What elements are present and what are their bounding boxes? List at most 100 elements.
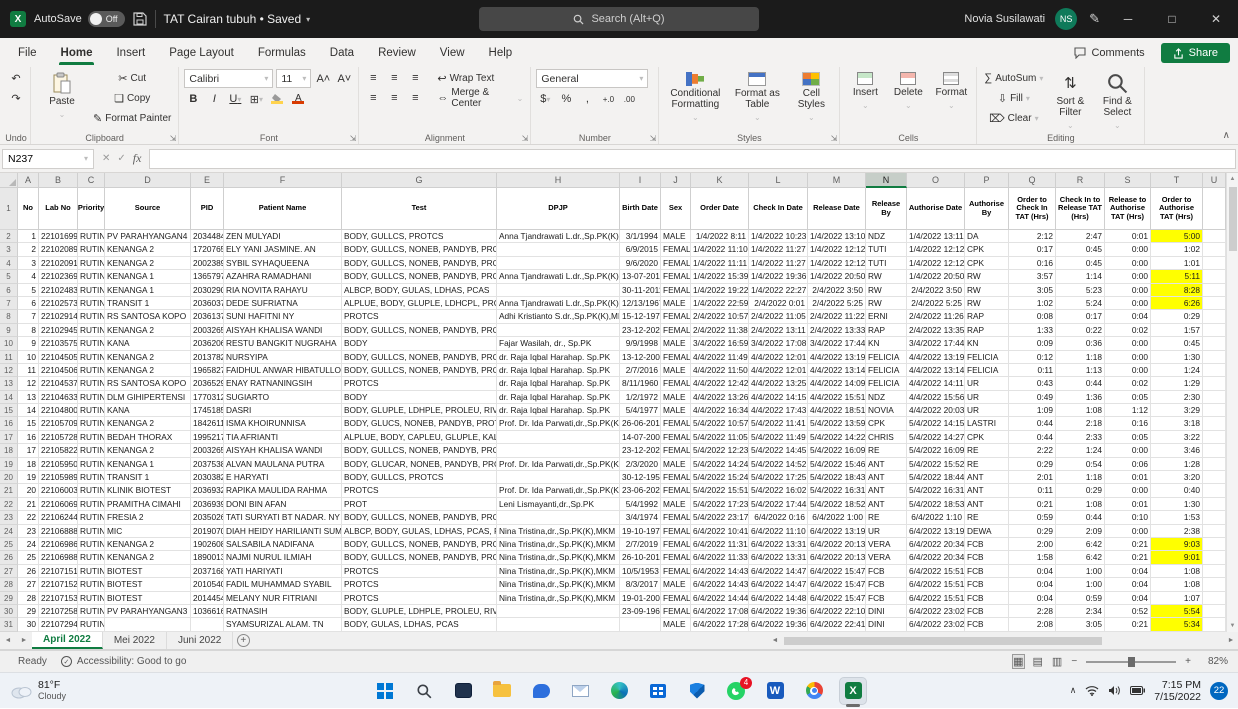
cell[interactable]: 3:05 (1009, 283, 1056, 297)
cell[interactable]: KENANGA 2 (105, 256, 191, 271)
file-explorer-button[interactable] (489, 678, 515, 704)
cell[interactable]: DINI (866, 604, 907, 619)
cell[interactable]: 2:18 (1056, 417, 1105, 431)
cell[interactable]: 6/4/2022 19:36 (749, 604, 808, 619)
cell[interactable]: 2014454 (191, 591, 224, 605)
cell[interactable]: 6/4/2022 0:16 (749, 511, 808, 525)
cell[interactable]: MALE (661, 363, 691, 378)
cell[interactable]: 22106244 (39, 511, 78, 525)
tray-expand-icon[interactable]: ∧ (1070, 685, 1077, 696)
cell[interactable]: 9/9/1998 (620, 337, 661, 351)
cell[interactable]: YATI HARIYATI (224, 564, 342, 579)
cell[interactable]: 1745185 (191, 404, 224, 418)
cell[interactable]: 15-12-1973 (620, 310, 661, 324)
cell[interactable]: 5/4/2022 15:46 (808, 457, 866, 472)
align-top-button[interactable]: ≡ (364, 69, 382, 87)
cell[interactable]: BODY, GULLCS, NONEB, PANDYB, PROTC (342, 350, 497, 364)
cell[interactable]: ERNI (866, 310, 907, 324)
cell[interactable]: BODY, GULLCS, PROTCS (342, 471, 497, 485)
cell[interactable]: 5/4/2022 14:45 (749, 444, 808, 458)
cell[interactable]: 1/4/2022 20:50 (808, 270, 866, 284)
cell[interactable]: MALE (661, 457, 691, 472)
cell[interactable]: SUGIARTO (224, 390, 342, 405)
cell[interactable]: 4/4/2022 13:19 (808, 350, 866, 364)
font-size-select[interactable]: 11 ▾ (276, 69, 312, 88)
cell[interactable]: 0:54 (1056, 457, 1105, 472)
cell[interactable]: BODY, GULLCS, NONEB, PANDYB, PROTC (342, 551, 497, 565)
cell[interactable]: ZEN MULYADI (224, 230, 342, 244)
cell[interactable]: PROTCS (342, 310, 497, 324)
cell[interactable]: 4/4/2022 18:51 (808, 404, 866, 418)
cell[interactable]: 13-12-2005 (620, 350, 661, 364)
row-header-15[interactable]: 15 (0, 404, 18, 418)
edge-button[interactable] (606, 678, 632, 704)
cell[interactable]: Nina Tristina,dr.,Sp.PK(K),MKM (497, 564, 620, 579)
cell[interactable]: RW (866, 283, 907, 297)
chat-button[interactable] (528, 678, 554, 704)
italic-button[interactable]: I (205, 90, 223, 108)
cell[interactable]: 6/4/2022 15:51 (907, 578, 965, 592)
row-header-18[interactable]: 18 (0, 444, 18, 458)
cell[interactable]: 22106986 (39, 537, 78, 552)
cell[interactable]: 2:38 (1151, 524, 1203, 538)
cell[interactable] (1203, 551, 1226, 565)
cell[interactable]: RUTIN (78, 363, 105, 378)
cell[interactable]: 6:42 (1056, 537, 1105, 552)
cell[interactable]: 2/4/2022 5:25 (907, 296, 965, 311)
number-dialog-launcher[interactable]: ⇲ (650, 134, 657, 143)
cell[interactable]: BODY, GLUPLE, LDHPLE, PROLEU, RIVA (342, 604, 497, 619)
cell[interactable]: ALBCP, BODY, GULAS, LDHAS, PCAS (342, 283, 497, 297)
cell[interactable]: 6/4/2022 15:47 (808, 564, 866, 579)
cell[interactable]: LASTRI (965, 417, 1009, 431)
cell[interactable]: dr. Raja Iqbal Harahap. Sp.PK (497, 377, 620, 391)
cell[interactable]: 3:57 (1009, 270, 1056, 284)
cell[interactable]: 4/4/2022 15:56 (907, 390, 965, 405)
cell[interactable]: 2/4/2022 3:50 (907, 283, 965, 297)
cell[interactable]: 30 (18, 618, 39, 632)
cell[interactable]: FCB (965, 604, 1009, 619)
row-header-14[interactable]: 14 (0, 390, 18, 405)
cell[interactable]: 17 (18, 444, 39, 458)
column-title-authorise-date[interactable]: Authorise Date (907, 188, 965, 230)
cell[interactable]: RW (866, 270, 907, 284)
scroll-down-icon[interactable]: ▼ (1230, 620, 1236, 632)
cell[interactable] (620, 618, 661, 632)
cell[interactable]: 6/4/2022 20:13 (808, 551, 866, 565)
cell[interactable]: 3/1/1994 (620, 230, 661, 244)
column-title-release-to-authorise-tat-hrs-[interactable]: Release to Authorise TAT (Hrs) (1105, 188, 1151, 230)
cell[interactable]: 0:04 (1105, 564, 1151, 579)
hscroll-right-icon[interactable]: ► (1224, 637, 1238, 644)
tab-view[interactable]: View (428, 42, 477, 65)
sheet-tab-april-2022[interactable]: April 2022 (32, 632, 103, 649)
cell[interactable]: 1:28 (1151, 457, 1203, 472)
tab-file[interactable]: File (6, 42, 49, 65)
undo-button[interactable]: ↶ (7, 69, 25, 87)
cell[interactable]: 6/4/2022 23:02 (907, 604, 965, 619)
cell[interactable]: 0:02 (1105, 377, 1151, 391)
cell[interactable]: BODY, GULLCS, NONEB, PANDYB, PROTC (342, 444, 497, 458)
cell[interactable]: 5:23 (1056, 283, 1105, 297)
cell[interactable]: 1/4/2022 11:10 (691, 243, 749, 257)
cell[interactable]: KANA (105, 404, 191, 418)
cell[interactable]: RUTIN (78, 511, 105, 525)
cell[interactable]: 4/4/2022 17:43 (749, 404, 808, 418)
cell[interactable]: TUTI (866, 256, 907, 271)
cell[interactable]: Anna Tjandrawati L.dr.,Sp.PK(K),M (497, 296, 620, 311)
row-header-25[interactable]: 25 (0, 537, 18, 552)
cell[interactable]: BODY, GLUCS, NONEB, PANDYB, PROTCS (342, 417, 497, 431)
cell[interactable]: 0:00 (1105, 350, 1151, 364)
cell[interactable]: FEMALE (661, 350, 691, 364)
cell[interactable]: NDZ (866, 390, 907, 405)
collapse-ribbon-icon[interactable]: ∧ (1223, 130, 1230, 141)
cell[interactable]: 6/4/2022 15:47 (808, 591, 866, 605)
cell[interactable] (497, 604, 620, 619)
cell[interactable]: 0:22 (1056, 323, 1105, 338)
cell[interactable]: 14 (18, 404, 39, 418)
cell[interactable]: 6/4/2022 22:41 (808, 618, 866, 632)
cell[interactable]: 0:16 (1009, 256, 1056, 271)
cell[interactable]: KLINIK BIOTEST (105, 484, 191, 498)
cell[interactable]: 1965827 (191, 363, 224, 378)
cell[interactable]: dr. Raja Iqbal Harahap. Sp.PK (497, 390, 620, 405)
cell[interactable]: 3 (18, 256, 39, 271)
cell[interactable]: 8/3/2017 (620, 578, 661, 592)
